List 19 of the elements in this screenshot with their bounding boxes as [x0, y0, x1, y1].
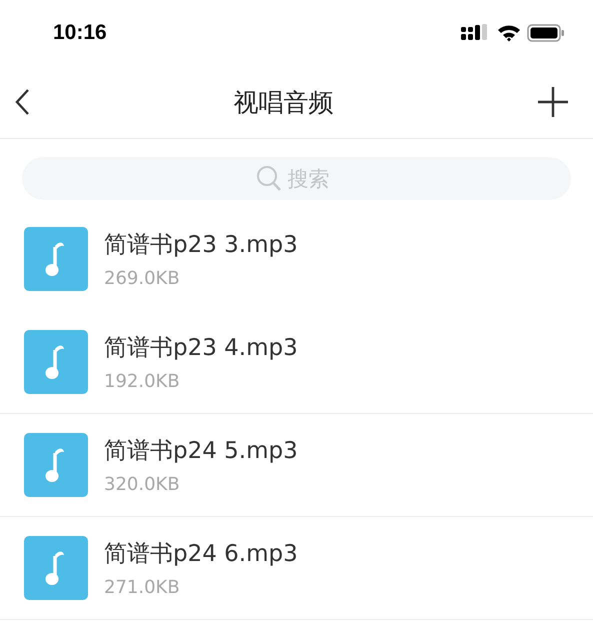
status-time: 10:16: [53, 21, 107, 45]
wifi-icon: [497, 24, 521, 42]
music-file-icon: [24, 433, 88, 497]
search-icon: [256, 164, 282, 192]
file-name[interactable]: 简谱书p24 5.mp3: [104, 435, 298, 466]
music-file-icon: [24, 536, 88, 600]
music-file-icon: [24, 330, 88, 394]
file-size: 269.0KB: [104, 268, 181, 289]
battery-icon: [527, 24, 565, 42]
file-size: 271.0KB: [104, 577, 181, 598]
file-name[interactable]: 简谱书p23 4.mp3: [104, 332, 298, 363]
add-icon[interactable]: [537, 86, 569, 118]
file-size: 192.0KB: [104, 371, 181, 392]
file-name[interactable]: 简谱书p24 6.mp3: [104, 538, 298, 569]
back-icon[interactable]: [14, 88, 30, 116]
file-size: 320.0KB: [104, 474, 181, 495]
music-file-icon: [24, 227, 88, 291]
file-name[interactable]: 简谱书p23 3.mp3: [104, 229, 298, 260]
page-title: 视唱音频: [234, 86, 334, 118]
